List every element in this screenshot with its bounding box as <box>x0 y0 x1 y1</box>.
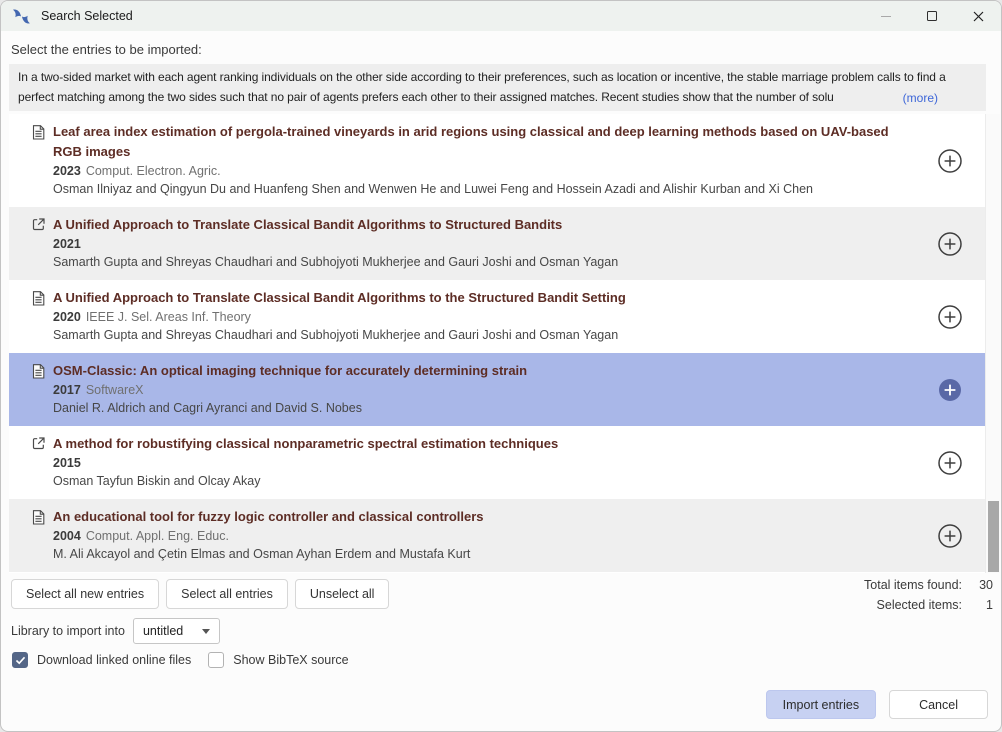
entry-meta: 2020 IEEE J. Sel. Areas Inf. Theory <box>53 308 916 326</box>
add-entry-button[interactable] <box>936 303 964 331</box>
instruction-label: Select the entries to be imported: <box>11 42 202 57</box>
close-icon <box>973 11 984 22</box>
entry-journal: SoftwareX <box>86 383 144 397</box>
show-bibtex-source-checkbox[interactable] <box>208 652 224 668</box>
library-row: Library to import into untitled <box>11 618 220 644</box>
plus-circle-icon <box>936 449 964 477</box>
entry-title: A method for robustifying classical nonp… <box>53 434 916 454</box>
plus-circle-icon <box>936 376 964 404</box>
maximize-button[interactable] <box>909 1 955 31</box>
entry-meta: 2015 <box>53 454 916 472</box>
plus-circle-icon <box>936 230 964 258</box>
select-all-new-entries-button[interactable]: Select all new entries <box>11 579 159 609</box>
minimize-icon <box>881 16 891 17</box>
entry-year: 2020 <box>53 310 81 324</box>
entry-title: A Unified Approach to Translate Classica… <box>53 215 916 235</box>
entry-title: Leaf area index estimation of pergola-tr… <box>53 122 916 162</box>
download-linked-files-checkbox[interactable] <box>12 652 28 668</box>
add-entry-button[interactable] <box>936 522 964 550</box>
total-items-value: 30 <box>971 578 993 592</box>
external-link-icon <box>32 437 45 455</box>
entry-authors: Osman Tayfun Biskin and Olcay Akay <box>53 472 916 490</box>
entry-authors: Daniel R. Aldrich and Cagri Ayranci and … <box>53 399 916 417</box>
library-label: Library to import into <box>11 624 125 638</box>
selected-items-label: Selected items: <box>864 598 962 612</box>
entry-authors: M. Ali Akcayol and Çetin Elmas and Osman… <box>53 545 916 563</box>
entry-year: 2004 <box>53 529 81 543</box>
entry-row[interactable]: An educational tool for fuzzy logic cont… <box>9 499 986 572</box>
abstract-preview: In a two-sided market with each agent ra… <box>9 64 986 111</box>
import-entries-button[interactable]: Import entries <box>766 690 876 719</box>
entry-year: 2021 <box>53 237 81 251</box>
entry-journal: IEEE J. Sel. Areas Inf. Theory <box>86 310 251 324</box>
entry-year: 2023 <box>53 164 81 178</box>
jabref-logo-icon <box>12 7 32 25</box>
entry-meta: 2017 SoftwareX <box>53 381 916 399</box>
entry-row[interactable]: OSM-Classic: An optical imaging techniqu… <box>9 353 986 426</box>
select-all-entries-button[interactable]: Select all entries <box>166 579 288 609</box>
plus-circle-icon <box>936 303 964 331</box>
titlebar: Search Selected <box>1 1 1001 31</box>
abstract-text: In a two-sided market with each agent ra… <box>18 68 977 107</box>
results-summary: Total items found: 30 Selected items: 1 <box>864 578 993 612</box>
plus-circle-icon <box>936 147 964 175</box>
entry-meta: 2004 Comput. Appl. Eng. Educ. <box>53 527 916 545</box>
entry-authors: Osman Ilniyaz and Qingyun Du and Huanfen… <box>53 180 916 198</box>
article-icon <box>32 510 45 530</box>
add-entry-button[interactable] <box>936 147 964 175</box>
entry-title: OSM-Classic: An optical imaging techniqu… <box>53 361 916 381</box>
scrollbar-thumb[interactable] <box>988 501 999 572</box>
entry-authors: Samarth Gupta and Shreyas Chaudhari and … <box>53 253 916 271</box>
library-select-value: untitled <box>143 624 183 638</box>
add-entry-button[interactable] <box>936 230 964 258</box>
plus-circle-icon <box>936 522 964 550</box>
list-scrollbar[interactable] <box>985 114 1000 573</box>
entry-row[interactable]: A method for robustifying classical nonp… <box>9 426 986 499</box>
entry-journal: Comput. Appl. Eng. Educ. <box>86 529 229 543</box>
entry-meta: 2023 Comput. Electron. Agric. <box>53 162 916 180</box>
search-selected-dialog: Search Selected Select the entries to be… <box>0 0 1002 732</box>
window-controls <box>863 1 1001 31</box>
options-row: Download linked online files Show BibTeX… <box>12 652 357 668</box>
download-linked-files-label: Download linked online files <box>37 653 191 667</box>
entry-year: 2017 <box>53 383 81 397</box>
add-entry-button[interactable] <box>936 449 964 477</box>
check-icon <box>15 656 26 665</box>
entry-title: A Unified Approach to Translate Classica… <box>53 288 916 308</box>
article-icon <box>32 291 45 311</box>
footer-buttons: Import entries Cancel <box>766 690 988 719</box>
window-title: Search Selected <box>41 9 133 23</box>
add-entry-button[interactable] <box>936 376 964 404</box>
unselect-all-button[interactable]: Unselect all <box>295 579 390 609</box>
more-link[interactable]: (more) <box>901 89 938 109</box>
close-button[interactable] <box>955 1 1001 31</box>
selected-items-value: 1 <box>971 598 993 612</box>
entry-journal: Comput. Electron. Agric. <box>86 164 221 178</box>
maximize-icon <box>927 11 937 21</box>
entry-meta: 2021 <box>53 235 916 253</box>
total-items-label: Total items found: <box>864 578 962 592</box>
minimize-button[interactable] <box>863 1 909 31</box>
entry-year: 2015 <box>53 456 81 470</box>
entry-authors: Samarth Gupta and Shreyas Chaudhari and … <box>53 326 916 344</box>
show-bibtex-source-label: Show BibTeX source <box>233 653 348 667</box>
chevron-down-icon <box>202 629 210 634</box>
entry-row[interactable]: Leaf area index estimation of pergola-tr… <box>9 114 986 207</box>
article-icon <box>32 125 45 145</box>
external-link-icon <box>32 218 45 236</box>
entry-row[interactable]: A Unified Approach to Translate Classica… <box>9 207 986 280</box>
cancel-button[interactable]: Cancel <box>889 690 988 719</box>
article-icon <box>32 364 45 384</box>
entry-row[interactable]: A Unified Approach to Translate Classica… <box>9 280 986 353</box>
entry-title: An educational tool for fuzzy logic cont… <box>53 507 916 527</box>
entry-list: Leaf area index estimation of pergola-tr… <box>9 114 986 573</box>
selection-actions: Select all new entries Select all entrie… <box>11 579 389 609</box>
library-select[interactable]: untitled <box>133 618 220 644</box>
